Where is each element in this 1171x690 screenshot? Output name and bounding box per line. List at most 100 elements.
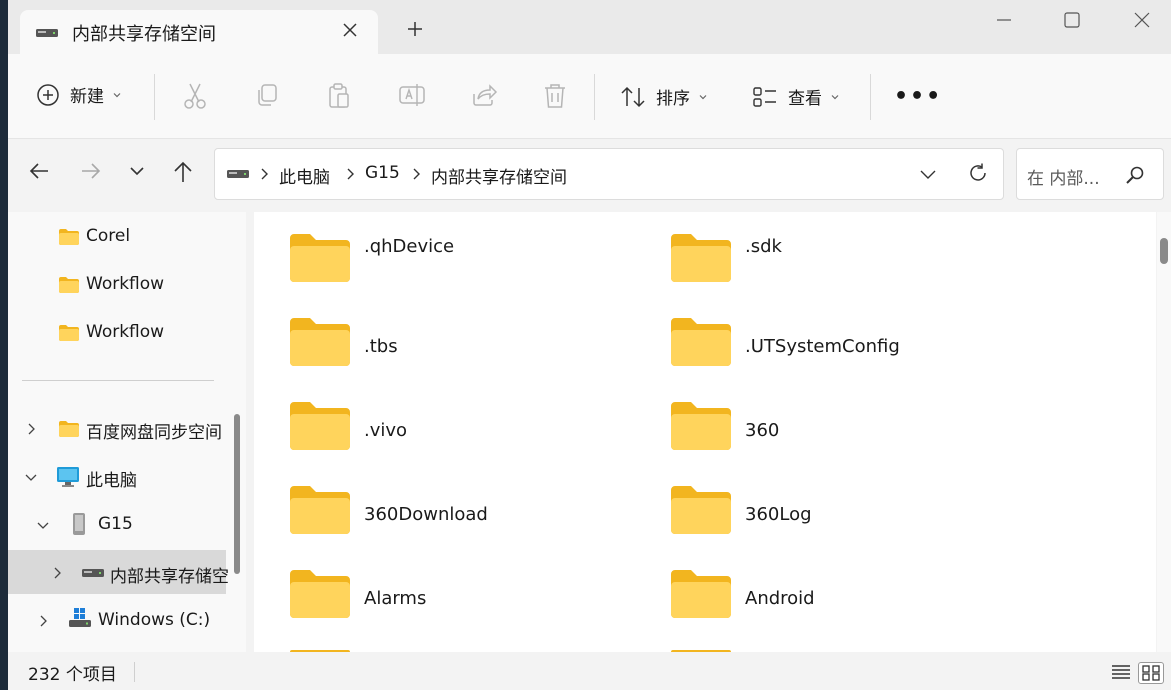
folder-item[interactable]: Android [669,568,1029,628]
folder-item[interactable]: .tbs [288,316,648,376]
nav-item-label: Workflow [86,322,165,342]
folder-icon [671,318,731,366]
file-list: .qhDevice .sdk .tbs .UTSystemConfig .viv… [254,212,1156,652]
file-explorer-window: 内部共享存储空间 新建 排序 查看 ••• 此电脑 G15 内部共享存储空间 在… [8,0,1171,690]
up-arrow-icon[interactable] [172,160,194,184]
folder-item[interactable]: 360 [669,400,1029,460]
drive-icon [227,170,249,178]
navigation-pane: Corel Workflow Workflow 百度网盘同步空间 此电脑 G15… [8,212,246,652]
back-arrow-icon[interactable] [28,160,50,182]
chevron-right-icon[interactable] [411,167,421,181]
close-icon[interactable] [342,22,358,38]
chevron-right-icon[interactable] [345,167,355,181]
paste-icon[interactable] [326,82,352,110]
maximize-icon[interactable] [1062,10,1082,30]
nav-item-this-pc[interactable]: 此电脑 [8,454,226,498]
nav-scrollbar-thumb[interactable] [234,414,240,574]
recent-locations-chevron-icon[interactable] [128,160,146,182]
new-label: 新建 [70,87,104,107]
drive-icon [82,569,104,577]
search-placeholder: 在 内部... [1027,169,1100,189]
breadcrumb-internal-storage[interactable]: 内部共享存储空间 [431,163,567,188]
cut-icon[interactable] [182,82,208,110]
chevron-down-icon[interactable] [36,520,50,530]
close-window-icon[interactable] [1132,10,1152,30]
folder-item[interactable]: .vivo [288,400,648,460]
folder-name: .tbs [364,336,398,357]
plus-icon[interactable] [406,20,424,38]
nav-item-workflow[interactable]: Workflow [8,262,226,306]
new-button[interactable]: 新建 [36,82,122,107]
view-icon [753,86,776,107]
delete-icon[interactable] [542,82,568,110]
nav-item-workflow[interactable]: Workflow [8,310,226,354]
minimize-icon[interactable] [994,10,1014,30]
folder-name: .vivo [364,420,408,441]
nav-item-g15[interactable]: G15 [8,502,226,546]
folder-icon [59,277,79,293]
chevron-right-icon[interactable] [52,566,62,580]
folder-icon [290,234,350,282]
view-button[interactable]: 查看 [752,84,840,109]
phone-icon [73,513,85,535]
breadcrumb-g15[interactable]: G15 [365,163,400,183]
share-icon[interactable] [470,82,498,108]
copy-icon[interactable] [254,82,280,108]
nav-item-label: 百度网盘同步空间 [86,423,222,443]
folder-item[interactable]: .sdk [669,232,1029,292]
rename-icon[interactable] [398,82,426,108]
nav-item-windows-c[interactable]: Windows (C:) [8,598,226,642]
folder-item[interactable]: Alarms [288,568,648,628]
nav-item-internal-storage[interactable]: 内部共享存储空 [8,550,229,594]
folder-name: 360 [745,420,780,441]
chevron-down-icon [113,92,121,97]
status-bar: 232 个项目 [8,652,1171,690]
folder-name: .UTSystemConfig [745,336,900,357]
folder-icon [290,570,350,618]
tab-internal-storage[interactable]: 内部共享存储空间 [20,10,378,54]
folder-icon [290,318,350,366]
chevron-right-icon[interactable] [38,614,48,628]
folder-icon [59,421,79,437]
address-bar[interactable]: 此电脑 G15 内部共享存储空间 [214,148,1004,200]
breadcrumb-this-pc[interactable]: 此电脑 [279,163,330,188]
tab-title: 内部共享存储空间 [72,24,216,45]
nav-item-label: Corel [86,226,131,246]
folder-icon [59,325,79,341]
command-bar: 新建 排序 查看 ••• [8,54,1171,139]
plus-circle-icon [37,83,59,106]
folder-item[interactable]: .UTSystemConfig [669,316,1029,376]
tiles-view-icon[interactable] [1138,662,1164,684]
windows-drive-icon [69,608,91,627]
chevron-right-icon[interactable] [259,167,269,181]
content-scrollbar[interactable] [1157,212,1171,652]
more-options-button[interactable]: ••• [894,84,942,109]
forward-arrow-icon[interactable] [80,160,102,182]
chevron-down-icon [699,94,707,99]
content-scrollbar-thumb[interactable] [1160,238,1168,264]
view-label: 查看 [788,89,822,109]
search-icon [1126,166,1144,184]
monitor-icon [57,467,79,487]
folder-item[interactable]: 360Log [669,484,1029,544]
toolbar-divider [154,74,155,120]
search-box[interactable]: 在 内部... [1016,148,1164,200]
chevron-down-icon[interactable] [24,472,38,482]
chevron-down-icon[interactable] [919,167,937,181]
nav-item-corel[interactable]: Corel [8,214,226,258]
folder-item[interactable]: .qhDevice [288,232,648,292]
folder-icon [671,234,731,282]
folder-icon [671,570,731,618]
toolbar-divider [594,74,595,120]
folder-name: .qhDevice [364,236,455,257]
folder-icon [59,229,79,245]
nav-item-baidu-sync[interactable]: 百度网盘同步空间 [8,406,226,450]
folder-name: 360Download [364,504,488,525]
folder-icon [290,402,350,450]
details-view-icon[interactable] [1110,662,1132,682]
refresh-icon[interactable] [967,162,989,184]
folder-item[interactable]: 360Download [288,484,648,544]
chevron-right-icon[interactable] [26,422,36,436]
sort-button[interactable]: 排序 [620,84,708,109]
folder-name: Alarms [364,588,427,609]
